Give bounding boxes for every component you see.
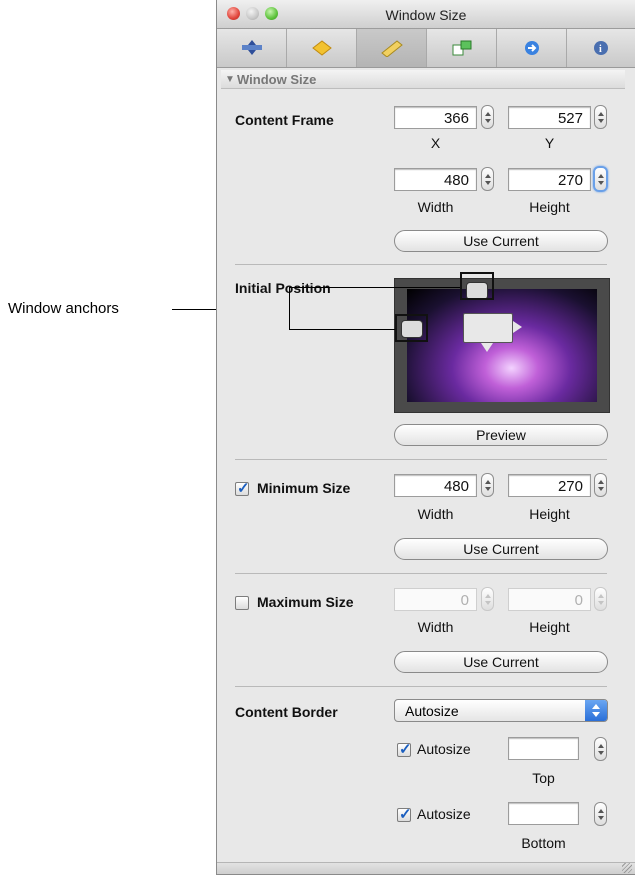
attributes-icon xyxy=(241,40,262,55)
max-height-label: Height xyxy=(529,619,570,635)
max-width-label: Width xyxy=(417,619,454,635)
frame-width-stepper[interactable] xyxy=(481,167,494,191)
max-height-stepper[interactable] xyxy=(594,587,607,611)
max-width-stepper[interactable] xyxy=(481,587,494,611)
min-width-label: Width xyxy=(417,506,454,522)
callout-leader-vertical xyxy=(289,287,290,330)
left-anchor-highlight xyxy=(395,314,428,342)
divider xyxy=(235,686,607,687)
frame-height-stepper[interactable] xyxy=(593,166,608,192)
tab-connections[interactable] xyxy=(497,29,567,67)
frame-height-field[interactable]: 270 xyxy=(508,168,591,191)
min-height-field[interactable]: 270 xyxy=(508,474,591,497)
minimum-size-label: Minimum Size xyxy=(257,480,351,496)
initial-position-preview[interactable] xyxy=(394,278,610,413)
content-border-label: Content Border xyxy=(235,704,338,720)
popup-arrows-icon xyxy=(585,700,607,721)
checkmark-icon: ✓ xyxy=(237,480,250,497)
effects-icon xyxy=(311,40,332,56)
minimum-size-checkbox[interactable]: ✓ xyxy=(235,480,250,497)
frame-width-field[interactable]: 480 xyxy=(394,168,477,191)
resize-grip-icon[interactable] xyxy=(622,863,632,873)
top-autosize-checkbox[interactable]: ✓ xyxy=(397,741,412,758)
identity-icon: i xyxy=(594,41,608,55)
divider xyxy=(235,264,607,265)
tab-bindings[interactable] xyxy=(427,29,497,67)
top-border-field[interactable] xyxy=(508,737,579,760)
title-bar: Window Size xyxy=(217,0,635,29)
callout-leader-bottom xyxy=(289,329,395,330)
content-frame-label: Content Frame xyxy=(235,112,334,128)
content-border-popup-value: Autosize xyxy=(405,703,459,719)
desktop-preview-image xyxy=(407,289,597,402)
bottom-autosize-label: Autosize xyxy=(417,806,471,822)
top-autosize-label: Autosize xyxy=(417,741,471,757)
min-height-stepper[interactable] xyxy=(594,473,607,497)
max-width-field[interactable]: 0 xyxy=(394,588,477,611)
initial-position-label: Initial Position xyxy=(235,280,331,296)
maximum-size-label: Maximum Size xyxy=(257,594,354,610)
inspector-panel: Window Size i ▼ Window Size Content Fram… xyxy=(216,0,635,875)
max-height-field[interactable]: 0 xyxy=(508,588,591,611)
top-border-stepper[interactable] xyxy=(594,737,607,761)
tab-attributes[interactable] xyxy=(217,29,287,67)
divider xyxy=(235,459,607,460)
tab-identity[interactable]: i xyxy=(567,29,635,67)
disclosure-triangle-icon: ▼ xyxy=(225,74,235,85)
bindings-icon xyxy=(452,40,471,56)
checkmark-icon: ✓ xyxy=(399,741,412,758)
callout-leader-top xyxy=(289,287,460,288)
bottom-autosize-checkbox[interactable]: ✓ xyxy=(397,806,412,823)
bottom-border-stepper[interactable] xyxy=(594,802,607,826)
frame-x-field[interactable]: 366 xyxy=(394,106,477,129)
window-title: Window Size xyxy=(385,7,467,23)
tab-effects[interactable] xyxy=(287,29,357,67)
content-border-popup[interactable]: Autosize xyxy=(394,699,608,722)
window-preview[interactable] xyxy=(463,313,513,343)
bottom-bar xyxy=(217,862,635,874)
callout-window-anchors: Window anchors xyxy=(8,300,119,317)
frame-x-label: X xyxy=(430,135,441,151)
min-width-field[interactable]: 480 xyxy=(394,474,477,497)
frame-y-field[interactable]: 527 xyxy=(508,106,591,129)
svg-text:i: i xyxy=(599,44,602,55)
frame-use-current-button[interactable]: Use Current xyxy=(394,230,608,252)
frame-y-label: Y xyxy=(544,135,555,151)
inspector-toolbar: i xyxy=(217,29,635,68)
divider xyxy=(235,573,607,574)
right-anchor-icon[interactable] xyxy=(513,321,522,333)
frame-x-stepper[interactable] xyxy=(481,105,494,129)
min-width-stepper[interactable] xyxy=(481,473,494,497)
min-use-current-button[interactable]: Use Current xyxy=(394,538,608,560)
bottom-border-field[interactable] xyxy=(508,802,579,825)
bottom-anchor-icon[interactable] xyxy=(481,343,493,352)
top-anchor-highlight xyxy=(460,272,494,300)
section-title: Window Size xyxy=(237,72,317,87)
preview-button[interactable]: Preview xyxy=(394,424,608,446)
section-header[interactable]: ▼ Window Size xyxy=(221,70,625,89)
bottom-border-label: Bottom xyxy=(521,835,566,851)
frame-height-label: Height xyxy=(529,199,570,215)
maximum-size-checkbox[interactable] xyxy=(235,596,249,610)
frame-width-label: Width xyxy=(417,199,454,215)
top-border-label: Top xyxy=(532,770,555,786)
min-height-label: Height xyxy=(529,506,570,522)
checkmark-icon: ✓ xyxy=(399,806,412,823)
tab-size[interactable] xyxy=(357,29,427,67)
max-use-current-button[interactable]: Use Current xyxy=(394,651,608,673)
frame-y-stepper[interactable] xyxy=(594,105,607,129)
size-ruler-icon xyxy=(380,40,403,57)
connections-icon xyxy=(524,41,539,55)
